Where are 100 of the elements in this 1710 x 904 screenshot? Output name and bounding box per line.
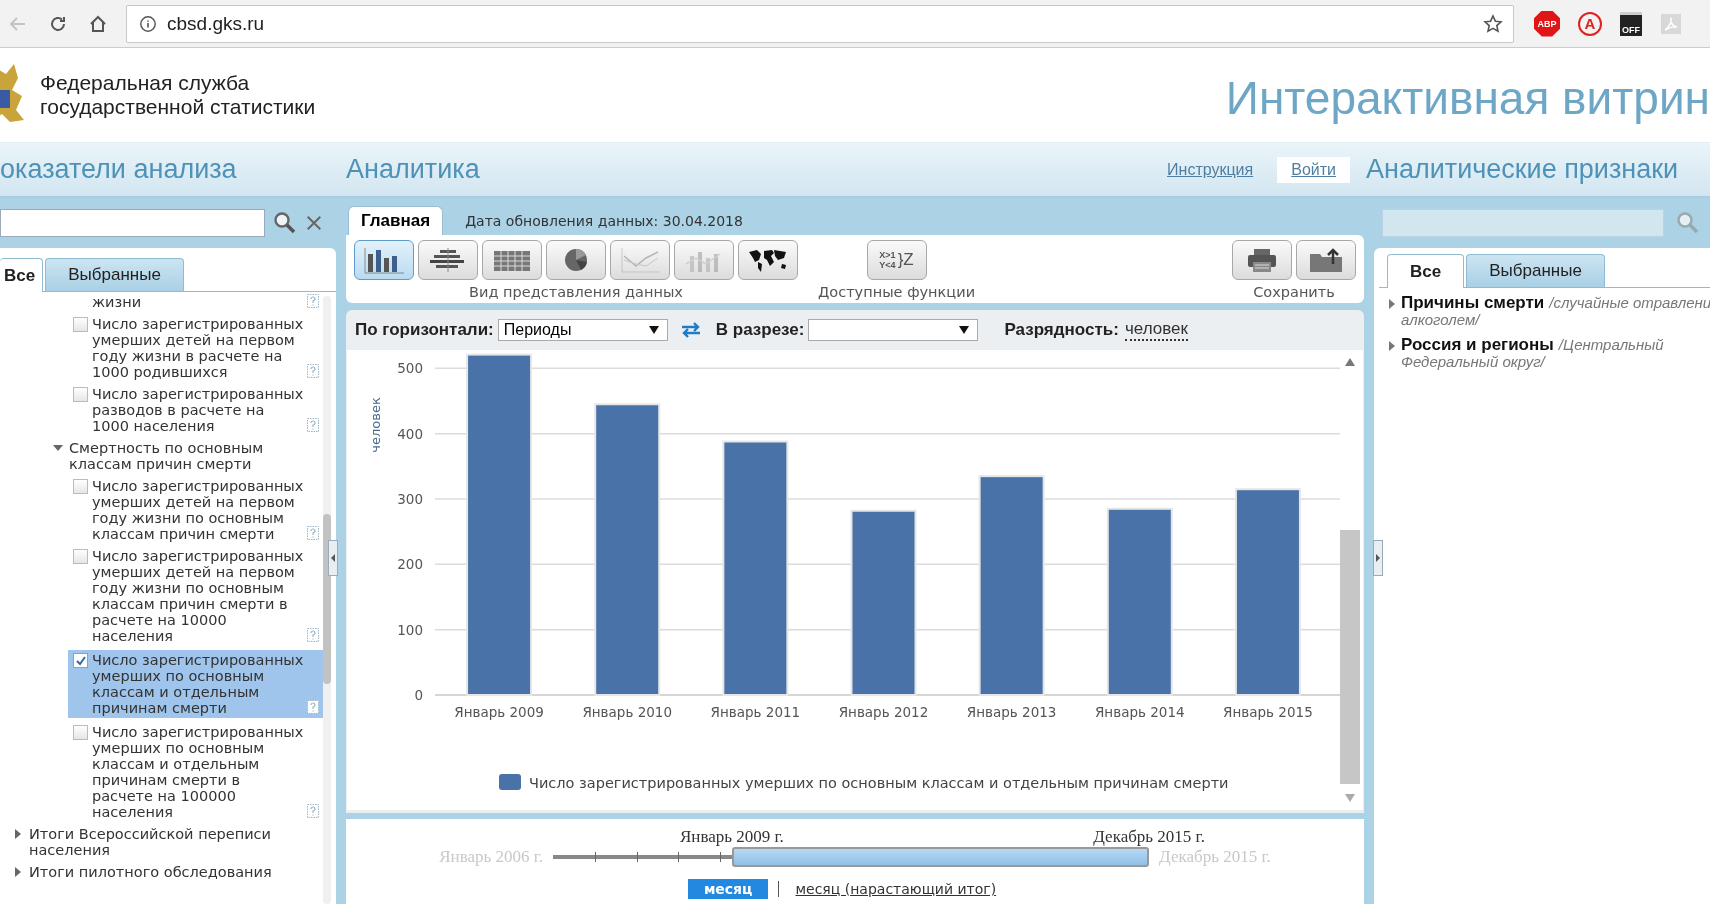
line-chart-icon bbox=[618, 246, 662, 274]
attribute-value: /Центральный bbox=[1558, 336, 1664, 353]
legend-label: Число зарегистрированных умерших по основным классам и отдельным причинам смерти bbox=[529, 775, 1229, 791]
filter-label: По горизонтали: bbox=[355, 320, 494, 340]
swap-icon[interactable] bbox=[679, 322, 702, 338]
axis-tick-label: 400 bbox=[397, 425, 423, 442]
panel-tab[interactable]: Выбранные bbox=[1466, 254, 1605, 287]
info-icon bbox=[139, 14, 157, 33]
period-mode-button[interactable]: месяц (нарастающий итог) bbox=[789, 879, 1003, 899]
help-icon[interactable] bbox=[307, 294, 319, 308]
organization-name: государственной статистики bbox=[40, 95, 316, 119]
expander-icon[interactable] bbox=[13, 867, 23, 877]
hbar-view-button[interactable] bbox=[418, 240, 478, 280]
range-start-label: Январь 2009 г. bbox=[680, 827, 784, 847]
pie-view-button[interactable] bbox=[546, 240, 606, 280]
axis-tick-label: Январь 2013 bbox=[966, 704, 1057, 720]
axis-tick-label: Январь 2012 bbox=[838, 704, 929, 720]
checkbox[interactable] bbox=[73, 479, 88, 494]
map-view-button[interactable] bbox=[738, 240, 798, 280]
period-slider[interactable] bbox=[553, 847, 1150, 867]
section-title: Аналитические признаки bbox=[1366, 154, 1679, 185]
search-icon[interactable] bbox=[273, 211, 297, 235]
help-icon[interactable] bbox=[307, 364, 319, 378]
checkbox[interactable] bbox=[73, 725, 88, 740]
checkbox[interactable] bbox=[73, 317, 88, 332]
indicator-label[interactable]: Число зарегистрированных разводов в расчете на 1000 населения bbox=[92, 386, 304, 434]
selected-range[interactable] bbox=[731, 847, 1150, 867]
table-view-button[interactable] bbox=[482, 240, 542, 280]
units-link[interactable]: человек bbox=[1124, 319, 1188, 341]
expander-icon[interactable] bbox=[53, 443, 63, 453]
scrollbar[interactable] bbox=[323, 296, 331, 904]
attribute-value: Федеральный округ/ bbox=[1401, 353, 1547, 370]
search-field[interactable] bbox=[0, 209, 265, 237]
tree-group-label[interactable]: Итоги пилотного обследования bbox=[29, 864, 279, 880]
checkbox[interactable] bbox=[73, 549, 88, 564]
axis-title: человек bbox=[368, 397, 383, 453]
login-button[interactable]: Войти bbox=[1277, 156, 1350, 183]
selected-tree-item[interactable]: Число зарегистрированных умерших по основным классам и отдельным причинам смерти bbox=[68, 650, 323, 718]
document-icon[interactable] bbox=[1660, 12, 1682, 35]
organization-name: Федеральная служба bbox=[40, 71, 251, 95]
tree-group-label[interactable]: Итоги Всероссийской переписи населения bbox=[29, 826, 279, 858]
section-title: Аналитика bbox=[346, 154, 480, 185]
print-button[interactable] bbox=[1232, 240, 1292, 280]
panel-tab[interactable]: Выбранные bbox=[45, 258, 184, 291]
help-icon[interactable] bbox=[307, 628, 319, 642]
axis-tick-label: Январь 2015 bbox=[1223, 704, 1313, 720]
indicator-label[interactable]: Число зарегистрированных умерших по основным классам и отдельным причинам смерти в расчете на 100000 населения bbox=[92, 724, 304, 820]
expand-handle[interactable] bbox=[1373, 540, 1383, 576]
main-tab[interactable]: Главная bbox=[348, 206, 444, 235]
group-caption: Вид представления данных bbox=[469, 284, 683, 300]
search-field[interactable] bbox=[1382, 209, 1664, 237]
checkbox[interactable] bbox=[73, 387, 88, 402]
indicator-label[interactable]: Число зарегистрированных умерших детей на первом году жизни по основным классам причин смерти bbox=[92, 478, 304, 542]
scroll-up-icon[interactable] bbox=[1345, 358, 1355, 366]
extension-icon[interactable]: OFF bbox=[1620, 11, 1642, 36]
help-icon[interactable] bbox=[307, 700, 319, 714]
axis-tick-label: 200 bbox=[397, 556, 423, 573]
filter-label: Разрядность: bbox=[1004, 320, 1119, 340]
indicator-label[interactable]: Число зарегистрированных умерших детей на первом году жизни по основным классам причин смерти в расчете на 10000 населения bbox=[92, 548, 304, 644]
collapse-handle[interactable] bbox=[328, 540, 338, 576]
instructions-link[interactable]: Инструкция bbox=[1167, 160, 1254, 179]
axis-tick-label: Январь 2010 bbox=[582, 704, 672, 720]
tree-group-label[interactable]: Смертность по основным классам причин смерти bbox=[69, 440, 319, 472]
adblock-extension[interactable]: ABP bbox=[1534, 10, 1560, 37]
filter-label: В разрезе: bbox=[715, 320, 805, 340]
attribute-name[interactable]: Причины смерти bbox=[1401, 293, 1545, 312]
site-title: Интерактивная витрин bbox=[1225, 71, 1710, 125]
panel-tab[interactable]: Все bbox=[0, 258, 44, 292]
help-icon[interactable] bbox=[307, 418, 319, 432]
slice-dropdown[interactable] bbox=[808, 319, 979, 341]
axis-tick-label: 300 bbox=[397, 491, 423, 507]
address-bar[interactable]: cbsd.gks.ru bbox=[126, 4, 1514, 43]
star-icon[interactable] bbox=[1483, 13, 1503, 34]
close-icon[interactable] bbox=[305, 214, 323, 232]
attribute-value: /случайные отравлени bbox=[1549, 294, 1710, 311]
update-date: Дата обновления данных: 30.04.2018 bbox=[465, 213, 743, 231]
axis-tick-label: Январь 2011 bbox=[710, 704, 801, 720]
extension-icon[interactable]: A bbox=[1578, 11, 1602, 36]
periods-dropdown[interactable]: Периоды bbox=[497, 319, 668, 341]
expander-icon[interactable] bbox=[1389, 341, 1395, 351]
axis-tick-label: 100 bbox=[397, 621, 423, 638]
help-icon[interactable] bbox=[307, 804, 319, 818]
attribute-name[interactable]: Россия и регионы bbox=[1401, 335, 1554, 354]
checkbox[interactable] bbox=[73, 653, 88, 668]
indicator-label[interactable]: жизни bbox=[92, 294, 304, 310]
bar-view-button[interactable] bbox=[354, 240, 414, 280]
export-button[interactable] bbox=[1296, 240, 1356, 280]
home-icon[interactable] bbox=[88, 13, 108, 34]
axis-tick-label: Январь 2014 bbox=[1095, 704, 1185, 720]
period-mode-button[interactable]: месяц bbox=[687, 879, 769, 899]
caret-icon bbox=[648, 326, 659, 334]
expander-icon[interactable] bbox=[1389, 299, 1395, 309]
expander-icon[interactable] bbox=[13, 829, 23, 839]
help-icon[interactable] bbox=[307, 526, 319, 540]
panel-tab[interactable]: Все bbox=[1387, 254, 1465, 288]
indicator-label[interactable]: Число зарегистрированных умерших детей на первом году жизни в расчете на 1000 родившихся bbox=[92, 316, 304, 380]
caret-icon bbox=[959, 326, 970, 334]
indicator-label[interactable]: Число зарегистрированных умерших по основным классам и отдельным причинам смерти bbox=[92, 652, 304, 716]
section-title: оказатели анализа bbox=[0, 154, 237, 185]
scroll-down-icon[interactable] bbox=[1345, 794, 1355, 802]
